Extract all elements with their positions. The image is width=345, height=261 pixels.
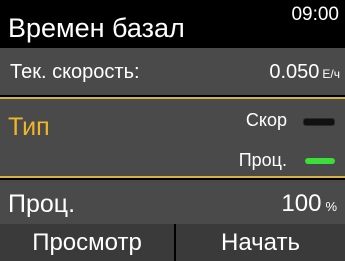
type-selector[interactable]: Тип Скор Проц.	[0, 97, 345, 178]
start-button[interactable]: Начать	[176, 224, 345, 261]
clock: 09:00	[291, 4, 339, 25]
type-option-rate[interactable]: Скор	[246, 109, 287, 131]
percent-selected-indicator-icon	[305, 158, 335, 164]
percent-label: Проц.	[8, 190, 76, 218]
current-rate-unit: Е/ч	[322, 67, 340, 81]
percent-unit: %	[325, 199, 337, 214]
review-button[interactable]: Просмотр	[0, 224, 174, 261]
current-rate-row: Тек. скорость: 0.050 Е/ч	[0, 48, 345, 95]
percent-row[interactable]: Проц. 100%	[0, 180, 345, 224]
type-label: Тип	[8, 113, 50, 141]
temp-basal-screen: Времен базал 09:00 Тек. скорость: 0.050 Е…	[0, 0, 345, 261]
current-rate-label: Тек. скорость:	[10, 61, 140, 83]
rate-unselected-indicator-icon	[303, 118, 335, 126]
current-rate-value: 0.050 Е/ч	[269, 60, 340, 84]
percent-value: 100%	[281, 190, 337, 218]
screen-title: Времен базал	[8, 13, 185, 43]
header-bar: Времен базал 09:00	[0, 0, 345, 48]
type-option-percent[interactable]: Проц.	[239, 149, 287, 171]
percent-number: 100	[281, 190, 322, 217]
current-rate-number: 0.050	[269, 61, 320, 83]
softkey-bar: Просмотр Начать	[0, 224, 345, 261]
